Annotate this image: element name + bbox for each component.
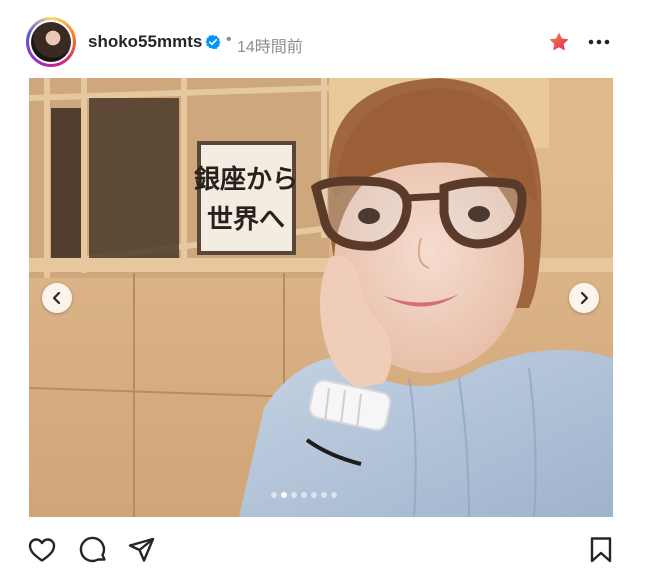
paper-plane-icon[interactable]	[127, 535, 157, 565]
avatar-border	[29, 20, 73, 64]
carousel-dot	[331, 492, 337, 498]
chevron-right-icon	[580, 291, 589, 305]
sign-text: 銀座から	[194, 164, 298, 195]
instagram-post: shoko55mmts • 14時間前 銀座から 世界へ	[0, 0, 649, 570]
avatar-image	[31, 22, 71, 62]
svg-text:世界へ: 世界へ	[207, 205, 285, 235]
carousel-dot	[271, 492, 277, 498]
post-timestamp[interactable]: 14時間前	[237, 33, 303, 57]
carousel-dot	[281, 492, 287, 498]
star-icon[interactable]	[548, 31, 570, 53]
carousel-dot	[291, 492, 297, 498]
carousel-dot	[321, 492, 327, 498]
verified-badge-icon	[205, 34, 221, 50]
carousel-dot	[301, 492, 307, 498]
bookmark-icon[interactable]	[586, 535, 616, 565]
carousel-indicator	[271, 492, 337, 500]
chevron-left-icon	[52, 291, 61, 305]
carousel-prev-button[interactable]	[42, 283, 72, 313]
avatar[interactable]	[26, 17, 76, 67]
username-link[interactable]: shoko55mmts	[88, 32, 202, 52]
post-image[interactable]: 銀座から 世界へ	[29, 78, 613, 517]
carousel-dot	[311, 492, 317, 498]
separator-dot: •	[226, 31, 232, 48]
post-header: shoko55mmts • 14時間前	[0, 0, 649, 78]
heart-icon[interactable]	[27, 535, 57, 565]
carousel-next-button[interactable]	[569, 283, 599, 313]
more-options-icon[interactable]	[586, 32, 612, 52]
action-bar	[0, 520, 649, 570]
post-photo-illustration: 銀座から 世界へ	[29, 78, 613, 517]
comment-icon[interactable]	[78, 535, 108, 565]
